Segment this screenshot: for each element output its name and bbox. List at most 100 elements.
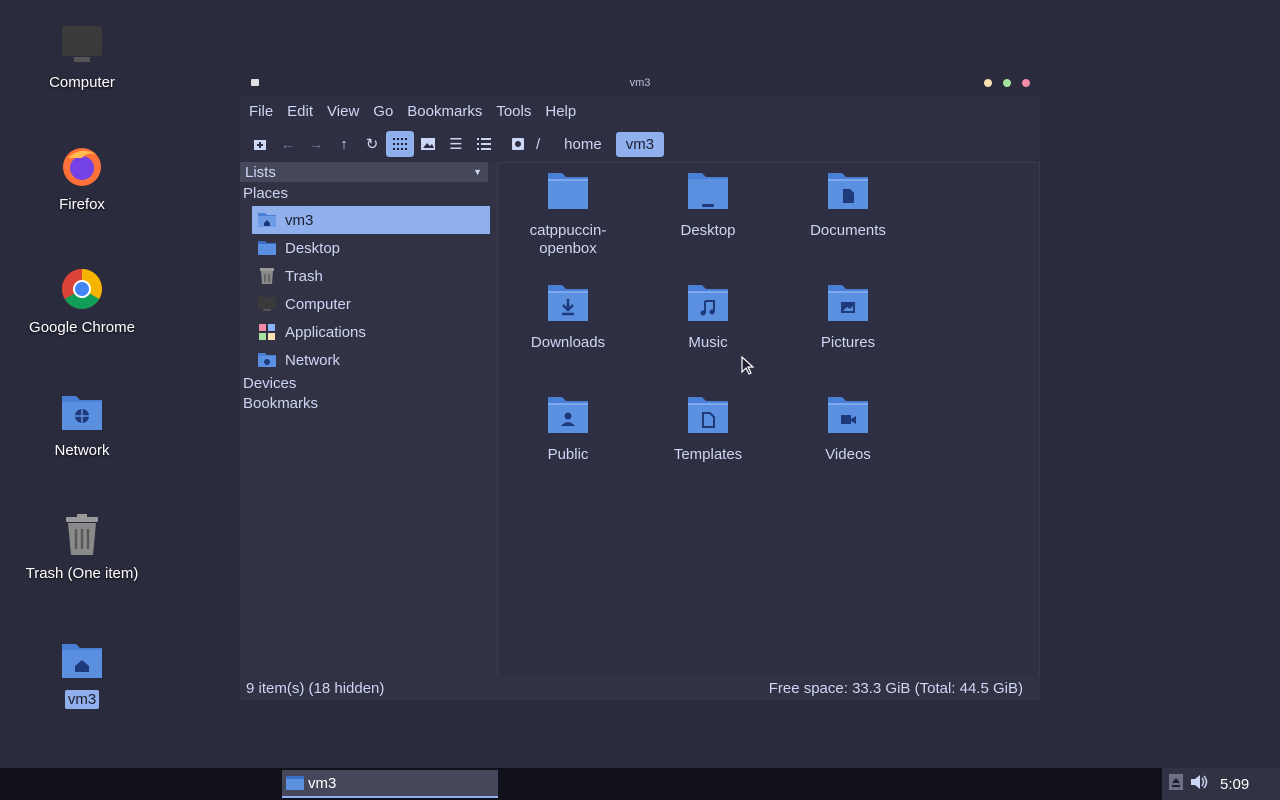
desktop-folder-icon xyxy=(686,171,730,216)
desktop-icon-label: Google Chrome xyxy=(29,319,135,336)
bookmarks-section-header[interactable]: Bookmarks xyxy=(240,394,490,414)
file-item-catppuccin-openbox[interactable]: catppuccin-openbox xyxy=(508,171,628,258)
folder-icon xyxy=(286,776,304,790)
desktop-icon-trash[interactable]: Trash (One item) xyxy=(0,513,164,582)
applications-icon xyxy=(256,323,278,341)
sidebar-item-computer[interactable]: Computer xyxy=(252,290,490,318)
desktop-icon-vm3[interactable]: vm3 xyxy=(0,638,164,709)
forward-arrow-icon[interactable]: → xyxy=(302,131,330,157)
clock[interactable]: 5:09 xyxy=(1220,776,1249,793)
up-arrow-icon[interactable]: ↑ xyxy=(330,131,358,157)
file-item-label: Downloads xyxy=(530,334,606,351)
firefox-icon xyxy=(60,144,104,188)
file-item-downloads[interactable]: Downloads xyxy=(508,283,628,352)
trash-icon xyxy=(60,513,104,557)
desktop-icon-label: Network xyxy=(54,442,110,459)
path-crumb-vm3[interactable]: vm3 xyxy=(615,131,665,157)
menu-edit[interactable]: Edit xyxy=(287,103,320,120)
reload-icon[interactable]: ↻ xyxy=(358,131,386,157)
network-icon xyxy=(256,351,278,369)
toolbar: ← → ↑ ↻ ☰ / home vm3 xyxy=(240,126,1040,162)
sidebar: Lists ▼ Places vm3 Desktop Trash Compute… xyxy=(240,162,490,670)
new-tab-icon[interactable] xyxy=(246,131,274,157)
chevron-down-icon: ▼ xyxy=(473,167,482,177)
taskbar-item-label: vm3 xyxy=(308,774,337,792)
mouse-cursor-icon xyxy=(741,355,755,381)
templates-folder-icon xyxy=(686,395,730,440)
maximize-button[interactable] xyxy=(1003,79,1011,87)
file-item-templates[interactable]: Templates xyxy=(648,395,768,464)
system-tray: 5:09 xyxy=(1162,768,1280,800)
file-item-label: Templates xyxy=(673,446,743,463)
minimize-button[interactable] xyxy=(984,79,992,87)
compact-view-icon[interactable]: ☰ xyxy=(442,131,470,157)
desktop-icon-computer[interactable]: Computer xyxy=(0,22,164,91)
menubar: File Edit View Go Bookmarks Tools Help xyxy=(240,96,1040,126)
window-title: vm3 xyxy=(629,77,651,89)
trash-icon xyxy=(256,267,278,285)
volume-icon[interactable] xyxy=(1190,774,1208,795)
drive-icon[interactable] xyxy=(504,131,532,157)
desktop-icon-label: Computer xyxy=(49,74,115,91)
file-item-label: Public xyxy=(547,446,589,463)
path-root[interactable]: / xyxy=(532,132,550,157)
menu-view[interactable]: View xyxy=(327,103,366,120)
sidebar-item-desktop[interactable]: Desktop xyxy=(252,234,490,262)
desktop-icon-label: vm3 xyxy=(64,690,100,709)
network-folder-icon xyxy=(60,390,104,434)
menu-tools[interactable]: Tools xyxy=(496,103,538,120)
desktop-folder-icon xyxy=(256,239,278,257)
file-item-documents[interactable]: Documents xyxy=(788,171,908,240)
eject-icon[interactable] xyxy=(1168,773,1184,796)
downloads-folder-icon xyxy=(546,283,590,328)
icon-view-icon[interactable] xyxy=(386,131,414,157)
sidebar-item-vm3[interactable]: vm3 xyxy=(252,206,490,234)
file-item-label: Pictures xyxy=(820,334,876,351)
public-folder-icon xyxy=(546,395,590,440)
menu-bookmarks[interactable]: Bookmarks xyxy=(407,103,489,120)
sidebar-mode-label: Lists xyxy=(245,163,276,181)
file-view[interactable]: catppuccin-openbox Desktop Documents Dow… xyxy=(497,162,1040,678)
file-item-pictures[interactable]: Pictures xyxy=(788,283,908,352)
window-menu-icon[interactable] xyxy=(251,79,259,86)
places-section-header[interactable]: Places xyxy=(240,184,490,204)
desktop-icon-firefox[interactable]: Firefox xyxy=(0,144,164,213)
file-item-label: Documents xyxy=(810,222,886,239)
home-folder-icon xyxy=(256,211,278,229)
sidebar-item-label: Trash xyxy=(285,267,323,285)
desktop-icon-chrome[interactable]: Google Chrome xyxy=(0,267,164,336)
menu-help[interactable]: Help xyxy=(545,103,583,120)
computer-icon xyxy=(60,22,104,66)
file-item-label: Videos xyxy=(825,446,871,463)
devices-section-header[interactable]: Devices xyxy=(240,374,490,394)
list-view-icon[interactable] xyxy=(470,131,498,157)
path-crumb-home[interactable]: home xyxy=(554,132,612,157)
menu-go[interactable]: Go xyxy=(373,103,400,120)
window-titlebar[interactable]: vm3 xyxy=(240,70,1040,96)
sidebar-item-label: vm3 xyxy=(285,211,314,229)
sidebar-item-applications[interactable]: Applications xyxy=(252,318,490,346)
close-button[interactable] xyxy=(1022,79,1030,87)
desktop-icon-label: Trash (One item) xyxy=(25,565,139,582)
computer-icon xyxy=(256,295,278,313)
sidebar-item-label: Applications xyxy=(285,323,366,341)
file-item-desktop[interactable]: Desktop xyxy=(648,171,768,240)
file-item-public[interactable]: Public xyxy=(508,395,628,464)
menu-file[interactable]: File xyxy=(249,103,280,120)
music-folder-icon xyxy=(686,283,730,328)
taskbar: vm3 5:09 xyxy=(0,768,1280,800)
desktop-icon-network[interactable]: Network xyxy=(0,390,164,459)
sidebar-item-trash[interactable]: Trash xyxy=(252,262,490,290)
sidebar-mode-dropdown[interactable]: Lists ▼ xyxy=(240,162,488,182)
status-bar: 9 item(s) (18 hidden) Free space: 33.3 G… xyxy=(240,676,1040,700)
taskbar-item-vm3[interactable]: vm3 xyxy=(282,770,498,798)
videos-folder-icon xyxy=(826,395,870,440)
file-item-label: Desktop xyxy=(680,222,736,239)
chrome-icon xyxy=(60,267,104,311)
back-arrow-icon[interactable]: ← xyxy=(274,131,302,157)
thumbnail-view-icon[interactable] xyxy=(414,131,442,157)
sidebar-item-network[interactable]: Network xyxy=(252,346,490,374)
documents-folder-icon xyxy=(826,171,870,216)
file-item-music[interactable]: Music xyxy=(648,283,768,352)
file-item-videos[interactable]: Videos xyxy=(788,395,908,464)
